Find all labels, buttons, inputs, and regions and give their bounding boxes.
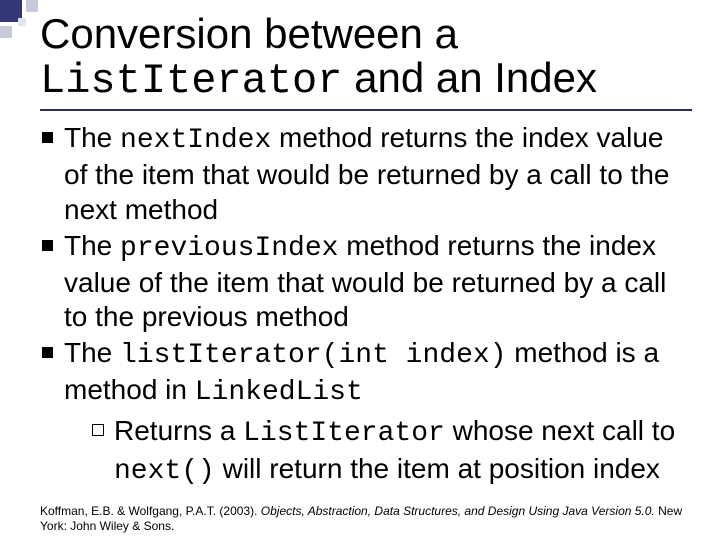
body-text: whose next call to <box>445 415 675 446</box>
title-rule <box>40 109 692 111</box>
code-text: listIterator(int index) <box>120 340 506 371</box>
corner-decoration <box>0 0 44 48</box>
sub-list: Returns a ListIterator whose next call t… <box>64 414 692 488</box>
citation-footer: Koffman, E.B. & Wolfgang, P.A.T. (2003).… <box>40 504 692 534</box>
code-text: LinkedList <box>195 377 363 408</box>
code-text: ListIterator <box>243 418 445 449</box>
bullet-list: The nextIndex method returns the index v… <box>40 121 692 489</box>
code-text: next() <box>114 456 215 487</box>
body-text: The <box>64 337 120 368</box>
list-item: The nextIndex method returns the index v… <box>40 121 692 226</box>
body-text: The <box>64 122 120 153</box>
code-text: previousIndex <box>120 233 338 264</box>
title-line1: Conversion between a <box>40 10 458 57</box>
slide-title: Conversion between a ListIterator and an… <box>40 12 692 103</box>
body-text: will return the item at position index <box>215 453 660 484</box>
citation-prefix: Koffman, E.B. & Wolfgang, P.A.T. (2003). <box>40 504 261 518</box>
code-text: nextIndex <box>120 125 271 156</box>
citation-title: Objects, Abstraction, Data Structures, a… <box>261 504 658 518</box>
sub-list-item: Returns a ListIterator whose next call t… <box>90 414 692 488</box>
body-text: Returns a <box>114 415 243 446</box>
title-code: ListIterator <box>40 57 342 105</box>
body-text: The <box>64 230 120 261</box>
title-line2-tail: and an Index <box>342 54 597 101</box>
list-item: The listIterator(int index) method is a … <box>40 336 692 489</box>
list-item: The previousIndex method returns the ind… <box>40 229 692 334</box>
